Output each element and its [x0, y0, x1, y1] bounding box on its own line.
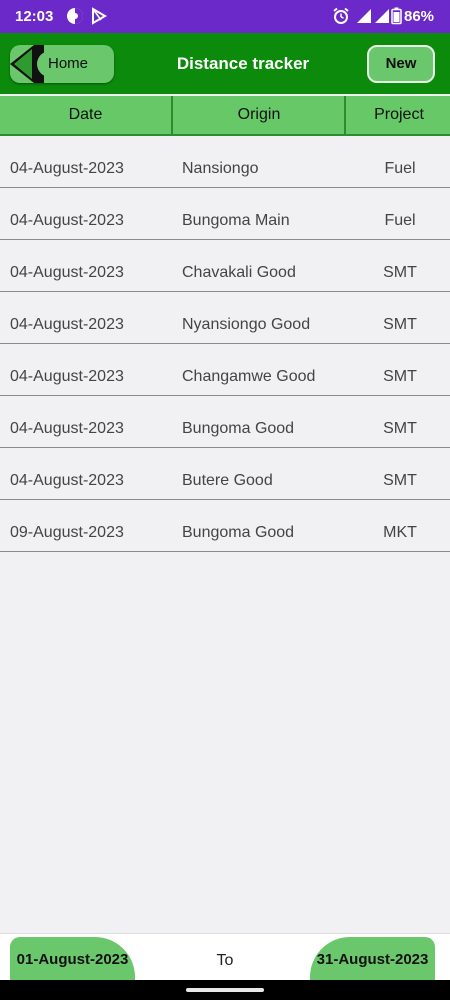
- back-arrow-icon: [10, 45, 63, 88]
- row-project: SMT: [383, 368, 417, 385]
- row-origin: Bungoma Good: [182, 420, 295, 437]
- row-origin: Butere Good: [182, 472, 273, 489]
- row-origin: Changamwe Good: [182, 368, 316, 385]
- table-row[interactable]: 04-August-2023 Changamwe Good SMT: [0, 344, 450, 396]
- play-store-icon: [90, 7, 108, 29]
- table-header: Date Origin Project: [0, 96, 450, 136]
- status-time: 12:03: [15, 8, 54, 25]
- row-origin: Nyansiongo Good: [182, 316, 311, 333]
- page-title: Distance tracker: [176, 54, 310, 73]
- new-button[interactable]: New: [367, 45, 435, 83]
- row-date: 04-August-2023: [10, 212, 124, 229]
- home-gesture-handle[interactable]: [186, 988, 264, 992]
- row-project: Fuel: [384, 160, 416, 177]
- row-project: SMT: [383, 420, 417, 437]
- table-row[interactable]: 04-August-2023 Chavakali Good SMT: [0, 240, 450, 292]
- row-project: SMT: [383, 472, 417, 489]
- status-bar: 12:03 86%: [0, 0, 450, 33]
- to-date-button[interactable]: 31-August-2023: [310, 937, 435, 981]
- home-label: Home: [48, 55, 89, 72]
- row-date: 04-August-2023: [10, 316, 124, 333]
- row-project: Fuel: [384, 212, 416, 229]
- row-project: SMT: [383, 316, 417, 333]
- app-notification-icon: [66, 7, 84, 29]
- row-origin: Chavakali Good: [182, 264, 296, 281]
- row-origin: Nansiongo: [182, 160, 259, 177]
- system-nav-bar: [0, 980, 450, 1000]
- table-row[interactable]: 04-August-2023 Nansiongo Fuel: [0, 136, 450, 188]
- table-row[interactable]: 09-August-2023 Bungoma Good MKT: [0, 500, 450, 552]
- row-date: 09-August-2023: [10, 524, 124, 541]
- table-row[interactable]: 04-August-2023 Bungoma Good SMT: [0, 396, 450, 448]
- app-toolbar: Home Distance tracker New: [0, 33, 450, 94]
- row-date: 04-August-2023: [10, 472, 124, 489]
- row-date: 04-August-2023: [10, 368, 124, 385]
- signal-icon: [356, 7, 372, 29]
- to-label: To: [216, 952, 234, 969]
- battery-level: 86%: [404, 8, 435, 25]
- from-date-button[interactable]: 01-August-2023: [10, 937, 135, 981]
- row-project: MKT: [383, 524, 417, 541]
- trip-list: 04-August-2023 Nansiongo Fuel 04-August-…: [0, 136, 450, 552]
- home-button[interactable]: Home: [10, 45, 114, 83]
- row-origin: Bungoma Main: [182, 212, 290, 229]
- alarm-icon: [332, 7, 350, 29]
- column-header-origin[interactable]: Origin: [171, 96, 345, 134]
- date-range-bar: 01-August-2023 To 31-August-2023: [0, 933, 450, 981]
- row-project: SMT: [383, 264, 417, 281]
- column-header-date[interactable]: Date: [0, 96, 171, 134]
- table-row[interactable]: 04-August-2023 Butere Good SMT: [0, 448, 450, 500]
- row-origin: Bungoma Good: [182, 524, 295, 541]
- column-header-project[interactable]: Project: [344, 96, 450, 134]
- row-date: 04-August-2023: [10, 264, 124, 281]
- table-row[interactable]: 04-August-2023 Bungoma Main Fuel: [0, 188, 450, 240]
- battery-icon: [391, 7, 402, 29]
- row-date: 04-August-2023: [10, 420, 124, 437]
- signal-icon-2: [374, 7, 390, 29]
- table-row[interactable]: 04-August-2023 Nyansiongo Good SMT: [0, 292, 450, 344]
- row-date: 04-August-2023: [10, 160, 124, 177]
